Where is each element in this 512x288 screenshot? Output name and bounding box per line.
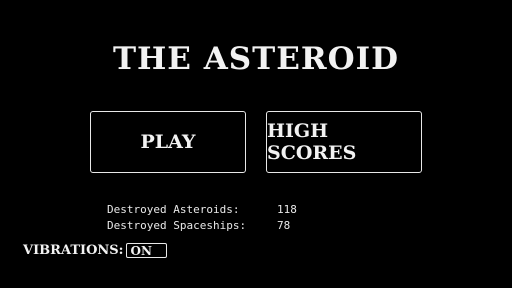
destroyed-spaceships-label: Destroyed Spaceships:: [107, 219, 247, 232]
vibrations-setting: VIBRATIONS: ON: [23, 243, 167, 258]
stats-panel: Destroyed Asteroids: 118 Destroyed Space…: [107, 202, 297, 234]
play-button[interactable]: PLAY: [90, 111, 246, 173]
stat-row-spaceships: Destroyed Spaceships: 78: [107, 218, 297, 234]
destroyed-asteroids-label: Destroyed Asteroids:: [107, 203, 240, 216]
vibrations-toggle[interactable]: ON: [126, 243, 167, 258]
main-menu-screen: THE ASTEROID PLAY HIGH SCORES Destroyed …: [0, 0, 512, 288]
game-title: THE ASTEROID: [112, 41, 400, 77]
stat-row-asteroids: Destroyed Asteroids: 118: [107, 202, 297, 218]
destroyed-spaceships-value: 78: [277, 219, 291, 232]
vibrations-label: VIBRATIONS:: [23, 243, 124, 258]
high-scores-button[interactable]: HIGH SCORES: [266, 111, 422, 173]
destroyed-asteroids-value: 118: [277, 203, 297, 216]
